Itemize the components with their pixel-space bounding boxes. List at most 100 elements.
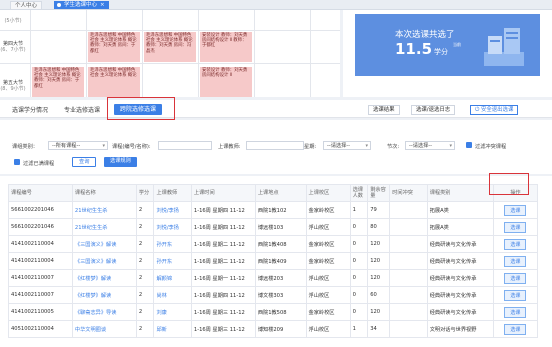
column-header: 选课人数 bbox=[349, 184, 369, 202]
table-cell[interactable]: 《聊斋志异》导读 bbox=[71, 303, 137, 321]
table-cell: 2 bbox=[135, 320, 155, 338]
table-cell[interactable]: 邱新 bbox=[153, 320, 192, 338]
table-cell[interactable]: 刘悦/李扬 bbox=[153, 201, 192, 219]
table-cell: 1 bbox=[349, 320, 369, 338]
table-cell: 1-16周 星期四 11-12 bbox=[190, 201, 256, 219]
table-cell[interactable]: 解颜锦 bbox=[153, 269, 192, 287]
table-cell bbox=[389, 269, 428, 287]
table-cell: 2 bbox=[135, 218, 155, 236]
timetable-row-label: (5小节) bbox=[0, 12, 26, 24]
table-cell: 1-16周 星期二 11-12 bbox=[190, 252, 256, 270]
table-cell: 5661002201046 bbox=[8, 218, 73, 236]
action-cell: 选课 bbox=[492, 252, 539, 270]
row-time: (6、7小节) bbox=[0, 47, 26, 53]
timetable-course-cell[interactable]: 安装设计 教师：刘天勇 房间结构设计 Ⅱ 教师：于都红 bbox=[200, 32, 252, 62]
table-cell[interactable]: 《红楼梦》解读 bbox=[71, 286, 137, 304]
table-cell: 2 bbox=[135, 235, 155, 253]
select-course-button[interactable]: 选课 bbox=[504, 221, 527, 233]
table-cell bbox=[389, 201, 428, 219]
selection-result-button[interactable]: 选课结果 bbox=[368, 105, 400, 115]
table-cell: 博远楼103 bbox=[254, 218, 307, 236]
table-cell[interactable]: 21世纪生生杀 bbox=[71, 218, 137, 236]
selection-log-button[interactable]: 选课/退选日志 bbox=[411, 105, 456, 115]
select-course-button[interactable]: 选课 bbox=[504, 238, 527, 250]
table-cell: 120 bbox=[367, 269, 391, 287]
weekday-select[interactable]: --请选择-- ▾ bbox=[323, 141, 371, 150]
select-course-button[interactable]: 选课 bbox=[504, 289, 527, 301]
table-cell[interactable]: 21世纪生生杀 bbox=[71, 201, 137, 219]
table-cell: 0 bbox=[349, 303, 369, 321]
tab-course-selection[interactable]: 学生选课中心 × bbox=[54, 1, 109, 9]
table-row: 4051002110004 中华文明圈谈 2 邱新 1-16周 星期三 11-12 博知楼… bbox=[8, 320, 539, 338]
column-header: 上课时间 bbox=[190, 184, 256, 202]
table-cell: 拓展A类 bbox=[426, 218, 494, 236]
filter-conflict-checkbox[interactable] bbox=[466, 142, 472, 148]
query-button[interactable]: 查询 bbox=[72, 157, 97, 167]
tab-personal-center[interactable]: 个人中心 bbox=[10, 1, 43, 9]
table-cell: 文明对话与世界视野 bbox=[426, 320, 494, 338]
course-type-select[interactable]: --所有课程-- ▾ bbox=[48, 141, 108, 150]
select-course-button[interactable]: 选课 bbox=[504, 323, 527, 335]
table-cell[interactable]: 《红楼梦》解读 bbox=[71, 269, 137, 287]
column-header: 课程类别 bbox=[426, 184, 494, 202]
timetable-course-cell[interactable]: 安装设计 教师：刘天勇 房间结构设计 Ⅱ bbox=[200, 67, 252, 97]
select-course-button[interactable]: 选课 bbox=[504, 306, 527, 318]
table-cell: 120 bbox=[367, 252, 391, 270]
timetable-course-cell[interactable]: 毛泽东思想和 中国特色社会 主义理论体系 概论 bbox=[88, 67, 140, 97]
column-header: 剩余容量 bbox=[367, 184, 391, 202]
timetable-row-label: 第五大节 (8、9小节) bbox=[0, 80, 26, 92]
table-cell: 4051002110004 bbox=[8, 320, 73, 338]
table-cell: 60 bbox=[367, 286, 391, 304]
table-cell[interactable]: 中华文明圈谈 bbox=[71, 320, 137, 338]
action-cell: 选课 bbox=[492, 218, 539, 236]
action-cell: 选课 bbox=[492, 201, 539, 219]
timetable-course-cell[interactable]: 毛泽东思想和 中国特色社会 主义理论体系 概论 教师：刘天勇 房间：于都红 bbox=[88, 32, 140, 62]
action-cell: 选课 bbox=[492, 303, 539, 321]
column-header: 课程名称 bbox=[71, 184, 137, 202]
filter-full-label: 过滤已满课程 bbox=[23, 161, 55, 167]
table-cell: 0 bbox=[349, 252, 369, 270]
table-cell[interactable]: 刘悦/李扬 bbox=[153, 218, 192, 236]
table-cell: 0 bbox=[349, 269, 369, 287]
table-cell[interactable]: 《三国演义》解读 bbox=[71, 252, 137, 270]
tab-label: 学生选课中心 bbox=[64, 2, 98, 8]
select-value: --请选择-- bbox=[327, 143, 351, 149]
table-cell: 4141002110004 bbox=[8, 252, 73, 270]
table-cell[interactable]: 《三国演义》解读 bbox=[71, 235, 137, 253]
rules-button[interactable]: 选课规则 bbox=[104, 157, 137, 167]
close-icon[interactable]: × bbox=[100, 2, 105, 8]
select-course-button[interactable]: 选课 bbox=[504, 204, 527, 216]
teacher-input[interactable] bbox=[246, 141, 304, 150]
table-cell: 0 bbox=[349, 235, 369, 253]
table-cell: 1-16周 星期一 11-12 bbox=[190, 269, 256, 287]
table-cell: 金家岭校区 bbox=[305, 235, 351, 253]
timetable-course-cell[interactable]: 毛泽东思想和 中国特色社会 主义理论体系 概论 教师：刘天勇 房间：于都红 bbox=[32, 67, 84, 97]
period-select[interactable]: --请选择-- ▾ bbox=[405, 141, 455, 150]
select-course-button[interactable]: 选课 bbox=[504, 255, 527, 267]
filter-full-checkbox[interactable] bbox=[14, 159, 20, 165]
table-row: 5661002201046 21世纪生生杀 2 刘悦/李扬 1-16周 星期四 11-1… bbox=[8, 201, 539, 219]
course-name-input[interactable] bbox=[158, 141, 212, 150]
table-cell: 1-16周 星期四 11-12 bbox=[190, 218, 256, 236]
summary-text: 本次选课共选了 bbox=[395, 30, 455, 40]
table-cell: 2 bbox=[135, 303, 155, 321]
button-label: 安全退出选课 bbox=[480, 107, 514, 113]
table-cell bbox=[389, 218, 428, 236]
table-cell[interactable]: 孙开东 bbox=[153, 235, 192, 253]
table-cell: 2 bbox=[135, 252, 155, 270]
tab-major-elective[interactable]: 专业选修选课 bbox=[64, 105, 100, 114]
table-cell[interactable]: 尚林 bbox=[153, 286, 192, 304]
highlight-frame bbox=[489, 173, 529, 195]
column-header: 时间冲突 bbox=[389, 184, 428, 202]
table-cell bbox=[389, 303, 428, 321]
action-cell: 选课 bbox=[492, 235, 539, 253]
credit-summary-card: 本次选课共选了 11.5 学分 当前 bbox=[355, 14, 540, 76]
tab-credit-status[interactable]: 选课学分情况 bbox=[12, 105, 48, 114]
timetable-course-cell[interactable]: 毛泽东思想和 中国特色社会 主义理论体系 概论 教师：刘天勇 房间：冯晶杰 bbox=[144, 32, 196, 62]
safe-exit-button[interactable]: ⏻ 安全退出选课 bbox=[470, 105, 519, 115]
table-cell: 34 bbox=[367, 320, 391, 338]
active-dot-icon bbox=[57, 3, 61, 7]
table-cell[interactable]: 刘康 bbox=[153, 303, 192, 321]
table-cell[interactable]: 孙开东 bbox=[153, 252, 192, 270]
select-course-button[interactable]: 选课 bbox=[504, 272, 527, 284]
